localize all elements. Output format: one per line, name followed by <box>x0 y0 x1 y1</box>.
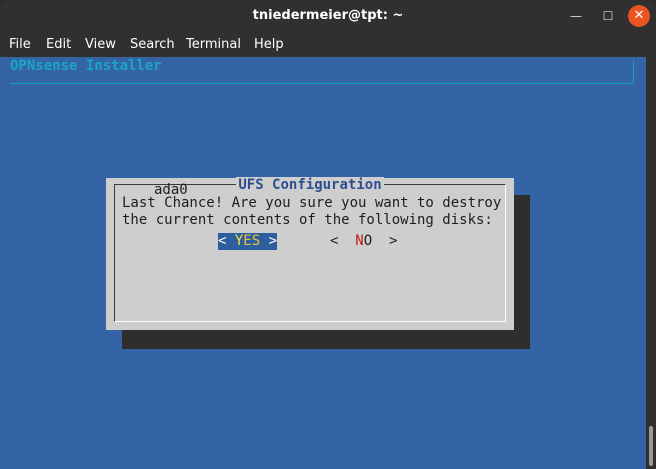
installer-title: OPNsense Installer <box>10 58 162 74</box>
menu-bar: File Edit View Search Terminal Help <box>0 32 656 57</box>
dialog-message-line-2: the current contents of the following di… <box>122 212 493 228</box>
scrollbar-thumb[interactable] <box>649 426 653 466</box>
yes-button-rest: ES <box>243 233 261 249</box>
no-button-left: < <box>330 233 356 249</box>
dialog-title-text: UFS Configuration <box>236 177 384 193</box>
yes-button-left: < <box>218 233 235 249</box>
yes-button-right: > <box>260 233 278 249</box>
minimize-icon[interactable]: — <box>565 5 587 27</box>
disk-name: ada0 <box>154 182 188 198</box>
header-rule-end <box>630 60 634 84</box>
no-button-hotkey: N <box>355 233 364 249</box>
menu-help[interactable]: Help <box>254 32 284 57</box>
terminal-screen[interactable]: OPNsense Installer UFS Configuration Las… <box>0 57 646 469</box>
maximize-icon[interactable]: ☐ <box>597 5 619 27</box>
window-title: tniedermeier@tpt: ~ <box>252 8 404 23</box>
terminal-window: tniedermeier@tpt: ~ — ☐ ✕ File Edit View… <box>0 0 656 469</box>
no-button[interactable]: < NO > <box>330 233 397 250</box>
scrollbar[interactable] <box>646 57 656 469</box>
title-bar[interactable]: tniedermeier@tpt: ~ — ☐ ✕ <box>0 0 656 32</box>
no-button-rest: O <box>363 233 373 249</box>
menu-edit[interactable]: Edit <box>46 32 71 57</box>
header-rule <box>10 83 633 84</box>
yes-button[interactable]: < YES > <box>218 233 278 250</box>
ufs-dialog: UFS Configuration Last Chance! Are you s… <box>106 177 514 330</box>
close-icon[interactable]: ✕ <box>628 5 650 27</box>
menu-file[interactable]: File <box>9 32 31 57</box>
no-button-right: > <box>372 233 398 249</box>
menu-view[interactable]: View <box>85 32 116 57</box>
menu-terminal[interactable]: Terminal <box>186 32 241 57</box>
menu-search[interactable]: Search <box>130 32 175 57</box>
